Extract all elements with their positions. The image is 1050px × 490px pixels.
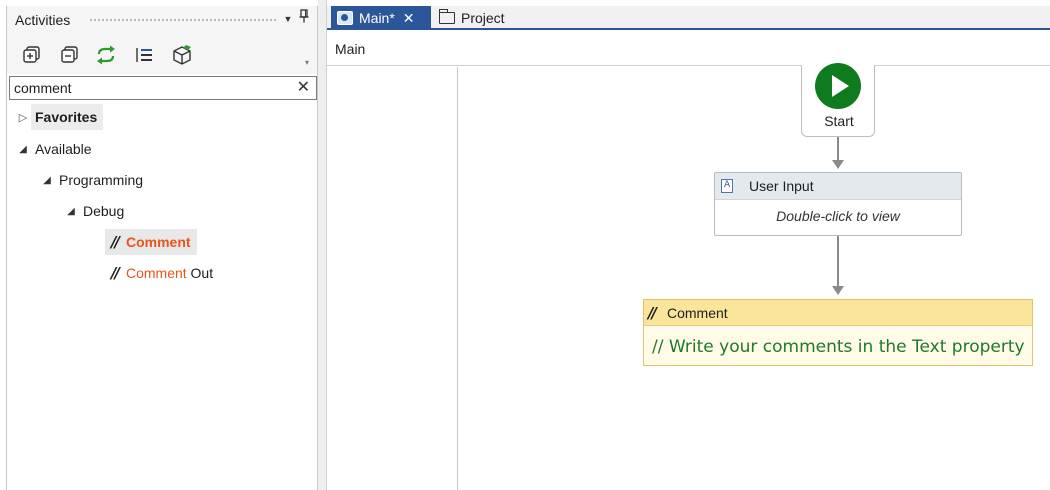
expand-arrow-icon[interactable]: ▷ [15, 111, 31, 124]
breadcrumb[interactable]: Main [335, 41, 365, 57]
workflow-file-icon [337, 11, 353, 25]
flowchart-canvas[interactable]: Start User Input Double-click to view //… [327, 63, 1050, 490]
show-list-icon[interactable] [133, 44, 155, 66]
panel-options-dropdown-icon[interactable]: ▼ [281, 11, 295, 27]
activities-panel-title: Activities [15, 12, 71, 28]
tree-item-debug-label: Debug [83, 203, 125, 219]
comment-activity-text[interactable]: // Write your comments in the Text prope… [644, 326, 1032, 357]
collapse-arrow-icon[interactable]: ◢ [63, 206, 79, 217]
tree-item-available-label: Available [35, 141, 92, 157]
tree-item-comment-out[interactable]: // Comment Out [105, 260, 219, 286]
comment-slash-icon: // [648, 303, 657, 322]
tree-item-comment[interactable]: // Comment [105, 229, 197, 255]
clear-search-icon[interactable]: ✕ [297, 78, 310, 98]
collapse-arrow-icon[interactable]: ◢ [15, 144, 31, 155]
comment-activity[interactable]: // Comment // Write your comments in the… [643, 299, 1033, 366]
user-input-activity-header: User Input [715, 173, 961, 200]
flow-connector[interactable] [837, 137, 839, 161]
comment-activity-title: Comment [666, 304, 728, 321]
tree-item-available[interactable]: ◢ Available [15, 136, 98, 162]
collapse-all-icon[interactable] [59, 44, 81, 66]
tree-item-comment-label: Comment [125, 234, 191, 250]
user-input-title: User Input [749, 178, 814, 194]
tab-project[interactable]: Project [435, 6, 505, 30]
flow-arrow-icon [832, 160, 844, 169]
start-node[interactable]: Start [801, 63, 875, 137]
tree-item-programming[interactable]: ◢ Programming [39, 167, 149, 193]
tree-item-programming-label: Programming [59, 172, 144, 188]
tree-item-comment-out-match: Comment [125, 265, 187, 281]
tree-item-debug[interactable]: ◢ Debug [63, 198, 130, 224]
panel-splitter[interactable] [318, 0, 327, 490]
panel-drag-grip[interactable] [89, 18, 277, 23]
flow-arrow-icon [832, 286, 844, 295]
close-icon[interactable]: ✕ [403, 10, 415, 27]
start-label: Start [824, 113, 854, 129]
tab-main[interactable]: Main* ✕ [331, 6, 431, 30]
tree-item-favorites[interactable]: ▷ Favorites [15, 104, 104, 130]
breadcrumb-bar: Main [327, 32, 1050, 66]
package-icon[interactable] [171, 44, 193, 66]
activities-search-input[interactable] [14, 79, 284, 97]
folder-icon [438, 9, 455, 24]
refresh-icon[interactable] [95, 44, 117, 66]
activities-panel-header: Activities ▼ [7, 6, 317, 34]
tree-item-favorites-label: Favorites [31, 104, 104, 130]
comment-slash-icon: // [111, 233, 120, 251]
expand-all-icon[interactable] [21, 44, 43, 66]
user-input-activity[interactable]: User Input Double-click to view [714, 172, 962, 236]
flow-connector[interactable] [837, 236, 839, 287]
workflow-designer: Main* ✕ Project Main Start User Input Do… [327, 0, 1050, 490]
activities-search-box[interactable]: ✕ [9, 76, 317, 100]
canvas-guide-line [457, 67, 458, 490]
tab-project-label: Project [461, 10, 505, 26]
comment-slash-icon: // [111, 264, 120, 282]
pin-icon[interactable] [297, 9, 311, 27]
document-tab-strip: Main* ✕ Project [327, 6, 1050, 30]
activities-panel: Activities ▼ ▾ ✕ ▷ Favorites ◢ [6, 6, 318, 490]
activities-toolbar: ▾ [7, 34, 317, 74]
user-input-icon [721, 179, 733, 193]
collapse-arrow-icon[interactable]: ◢ [39, 175, 55, 186]
start-play-icon [815, 63, 861, 109]
tree-item-comment-out-rest: Out [186, 265, 214, 281]
toolbar-overflow-icon[interactable]: ▾ [305, 58, 309, 67]
comment-activity-header: // Comment [644, 300, 1032, 326]
tab-main-label: Main* [359, 10, 395, 26]
user-input-hint: Double-click to view [776, 208, 900, 224]
